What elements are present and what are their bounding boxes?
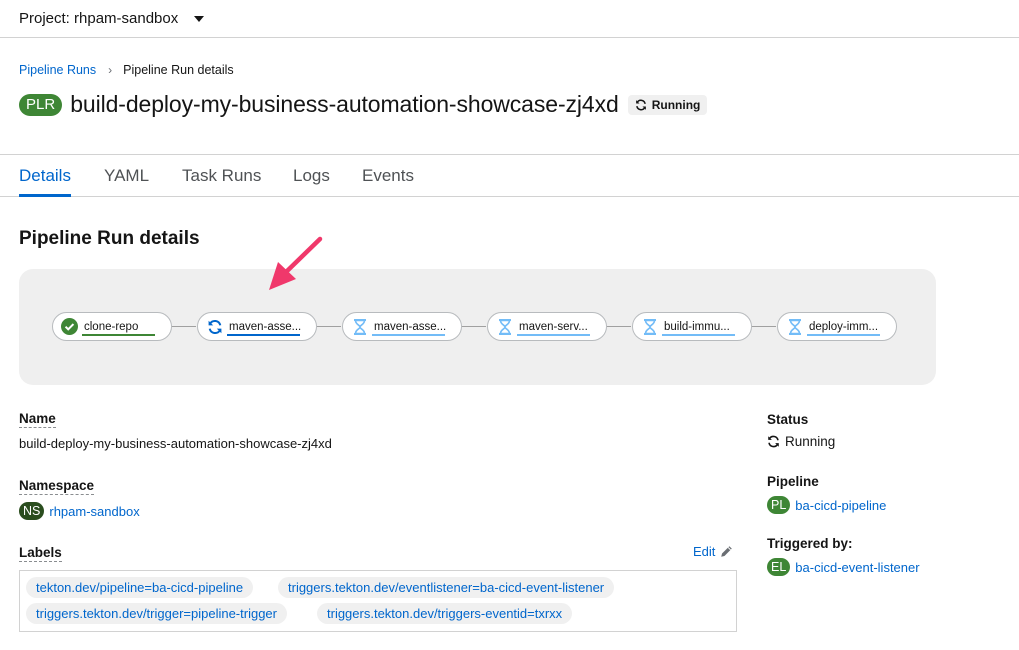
task-label: maven-asse...	[374, 320, 447, 333]
sync-icon	[635, 99, 646, 110]
task-node-maven-service-pending[interactable]: maven-serv...	[487, 312, 607, 341]
task-progress-underline	[227, 334, 300, 336]
tab-details[interactable]: Details	[19, 155, 71, 197]
namespace-link[interactable]: rhpam-sandbox	[49, 504, 139, 519]
project-label: Project: rhpam-sandbox	[19, 10, 179, 27]
annotation-arrow-icon	[269, 236, 323, 290]
pipelinerun-badge: PLR	[19, 93, 63, 116]
hourglass-icon	[786, 318, 803, 335]
sync-running-icon	[206, 318, 223, 335]
task-label: build-immu...	[664, 320, 730, 333]
pencil-icon	[721, 546, 733, 557]
event-listener-link[interactable]: ba-cicd-event-listener	[795, 560, 919, 575]
hourglass-icon	[496, 318, 513, 335]
event-listener-resource: EL ba-cicd-event-listener	[767, 558, 920, 576]
edit-label-text: Edit	[693, 544, 716, 559]
hourglass-icon	[641, 318, 658, 335]
pipeline-resource: PL ba-cicd-pipeline	[767, 496, 886, 514]
label-chip[interactable]: triggers.tekton.dev/eventlistener=ba-cic…	[278, 577, 615, 598]
labels-label: Labels	[19, 545, 62, 562]
status-value: Running	[767, 434, 835, 449]
breadcrumb-current: Pipeline Run details	[123, 63, 234, 77]
namespace-resource: NS rhpam-sandbox	[19, 502, 140, 520]
status-badge-text: Running	[651, 97, 701, 112]
task-progress-underline	[517, 334, 590, 336]
namespace-badge: NS	[19, 502, 45, 520]
tab-events[interactable]: Events	[362, 155, 414, 196]
breadcrumb: Pipeline Runs › Pipeline Run details	[19, 63, 234, 77]
caret-down-icon	[194, 15, 205, 22]
project-bar: Project: rhpam-sandbox	[0, 0, 1019, 38]
tab-bar: Details YAML Task Runs Logs Events	[0, 154, 1019, 197]
triggered-by-label: Triggered by:	[767, 536, 853, 551]
tab-logs[interactable]: Logs	[293, 155, 330, 196]
task-node-maven-assembly-running[interactable]: maven-asse...	[197, 312, 317, 341]
breadcrumb-pipeline-runs-link[interactable]: Pipeline Runs	[19, 63, 96, 77]
task-connector	[172, 326, 196, 327]
name-value: build-deploy-my-business-automation-show…	[19, 436, 332, 451]
task-label: clone-repo	[84, 320, 139, 333]
task-node-clone-repo[interactable]: clone-repo	[52, 312, 172, 341]
task-connector	[462, 326, 486, 327]
pipeline-badge: PL	[767, 496, 791, 514]
task-node-deploy-immutable-pending[interactable]: deploy-imm...	[777, 312, 897, 341]
task-progress-underline	[372, 334, 445, 336]
section-title: Pipeline Run details	[19, 228, 200, 249]
event-listener-badge: EL	[767, 558, 791, 576]
task-node-maven-assembly-pending[interactable]: maven-asse...	[342, 312, 462, 341]
pipeline-link[interactable]: ba-cicd-pipeline	[795, 498, 886, 513]
task-connector	[607, 326, 631, 327]
name-label: Name	[19, 411, 56, 428]
task-progress-underline	[662, 334, 735, 336]
task-label: deploy-imm...	[809, 320, 879, 333]
chevron-right-icon: ›	[108, 63, 113, 77]
pipeline-label: Pipeline	[767, 474, 819, 489]
title-row: PLR build-deploy-my-business-automation-…	[19, 91, 708, 118]
namespace-label: Namespace	[19, 478, 95, 495]
task-label: maven-serv...	[519, 320, 588, 333]
task-progress-underline	[807, 334, 880, 336]
status-value-text: Running	[785, 434, 836, 449]
tab-yaml[interactable]: YAML	[104, 155, 149, 196]
check-circle-icon	[61, 318, 78, 335]
status-label: Status	[767, 412, 809, 427]
task-connector	[317, 326, 341, 327]
project-selector[interactable]: Project: rhpam-sandbox	[19, 10, 205, 27]
task-node-build-immutable-pending[interactable]: build-immu...	[632, 312, 752, 341]
edit-labels-button[interactable]: Edit	[693, 544, 733, 559]
label-chip[interactable]: triggers.tekton.dev/trigger=pipeline-tri…	[26, 603, 287, 624]
task-connector	[752, 326, 776, 327]
tab-task-runs[interactable]: Task Runs	[182, 155, 261, 196]
label-chip[interactable]: tekton.dev/pipeline=ba-cicd-pipeline	[26, 577, 254, 598]
page-title: build-deploy-my-business-automation-show…	[70, 91, 619, 117]
sync-icon	[768, 435, 779, 448]
label-chip[interactable]: triggers.tekton.dev/triggers-eventid=txr…	[317, 603, 573, 624]
status-badge: Running	[627, 94, 708, 115]
task-label: maven-asse...	[229, 320, 302, 333]
task-progress-underline	[82, 334, 155, 336]
hourglass-icon	[351, 318, 368, 335]
